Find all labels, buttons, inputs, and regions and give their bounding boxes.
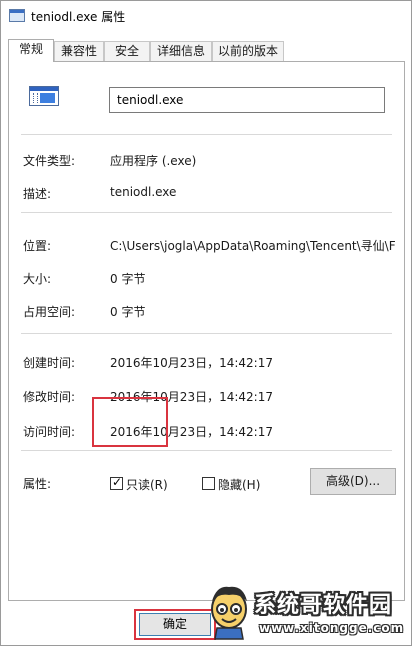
tab-compatibility[interactable]: 兼容性: [54, 41, 104, 61]
modified-label: 修改时间:: [23, 390, 76, 404]
tab-details[interactable]: 详细信息: [150, 41, 212, 61]
tab-security[interactable]: 安全: [104, 41, 150, 61]
readonly-checkbox[interactable]: ✓: [110, 475, 123, 490]
hidden-checkbox[interactable]: [202, 477, 215, 490]
size-label: 大小:: [23, 272, 52, 286]
checkmark-icon: ✓: [112, 475, 123, 489]
description-value: teniodl.exe: [110, 185, 177, 199]
mascot-icon: [211, 586, 247, 640]
general-panel: teniodl.exe 文件类型: 应用程序 (.exe) 描述: teniod…: [8, 61, 405, 601]
attributes-label: 属性:: [23, 477, 52, 491]
readonly-label[interactable]: 只读(R): [126, 476, 168, 493]
title-bar[interactable]: teniodl.exe 属性: [1, 1, 411, 31]
watermark-name: 系统哥软件园: [254, 593, 393, 618]
readonly-highlight-box: [92, 397, 168, 447]
divider: [21, 134, 392, 135]
hidden-label[interactable]: 隐藏(H): [218, 476, 260, 493]
file-type-label: 文件类型:: [23, 154, 76, 168]
watermark: 系统哥软件园 www.xitongge.com: [207, 579, 412, 646]
ok-button[interactable]: 确定: [139, 613, 211, 636]
divider: [21, 450, 392, 451]
size-on-disk-label: 占用空间:: [23, 305, 76, 319]
tab-general[interactable]: 常规: [8, 39, 54, 62]
properties-dialog: teniodl.exe 属性 常规 兼容性 安全 详细信息 以前的版本 teni…: [0, 0, 412, 646]
file-name-input[interactable]: teniodl.exe: [109, 87, 385, 113]
location-label: 位置:: [23, 239, 52, 253]
tab-previous-versions[interactable]: 以前的版本: [212, 41, 284, 61]
exe-window-icon: [9, 9, 25, 22]
advanced-button[interactable]: 高级(D)...: [310, 468, 396, 495]
window-title: teniodl.exe 属性: [31, 10, 126, 24]
created-value: 2016年10月23日，14:42:17: [110, 356, 273, 370]
divider: [21, 333, 392, 334]
divider: [21, 212, 392, 213]
size-on-disk-value: 0 字节: [110, 305, 146, 319]
description-label: 描述:: [23, 187, 52, 201]
watermark-url: www.xitongge.com: [259, 621, 405, 635]
location-value: C:\Users\jogla\AppData\Roaming\Tencent\寻…: [110, 239, 396, 253]
accessed-label: 访问时间:: [23, 425, 76, 439]
file-type-value: 应用程序 (.exe): [110, 154, 197, 168]
size-value: 0 字节: [110, 272, 146, 286]
exe-file-icon: [29, 86, 59, 106]
created-label: 创建时间:: [23, 356, 76, 370]
